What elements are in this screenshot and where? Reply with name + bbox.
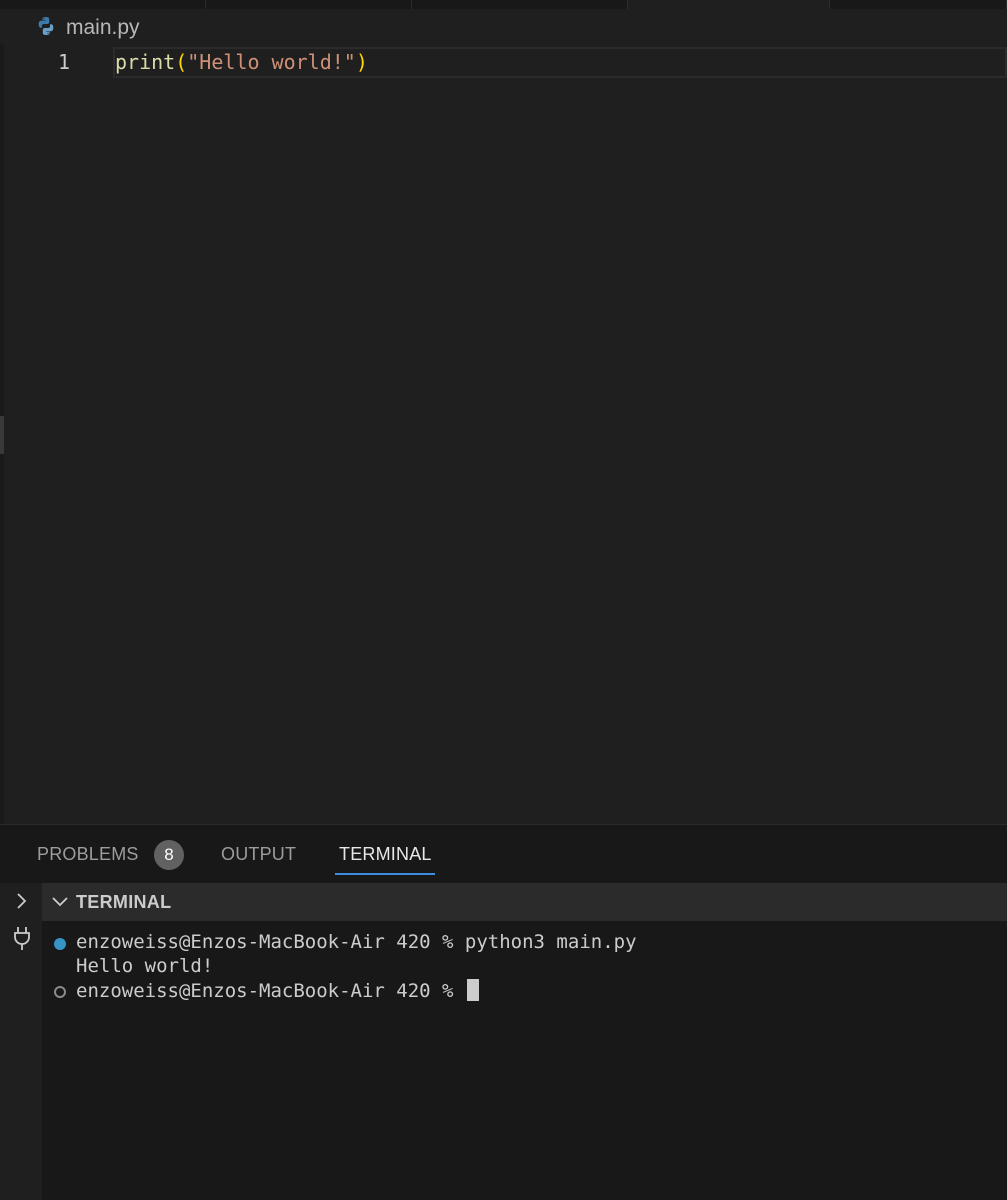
problems-count-badge: 8 [154, 840, 184, 870]
token-function: print [115, 50, 176, 74]
tab-output[interactable]: OUTPUT [221, 844, 296, 865]
python-icon [36, 16, 56, 41]
code-editor[interactable]: 1 print("Hello world!") [0, 44, 1007, 824]
editor-tab-active[interactable] [628, 0, 830, 9]
token-string: "Hello world!" [187, 50, 356, 74]
terminal-prompt-line[interactable]: enzoweiss@Enzos-MacBook-Air 420 % [76, 979, 479, 1002]
terminal-side-strip [0, 883, 42, 1200]
command-success-dot-icon[interactable] [54, 938, 66, 950]
chevron-down-icon[interactable] [50, 895, 70, 909]
command-pending-dot-icon[interactable] [54, 986, 66, 998]
terminal-line: enzoweiss@Enzos-MacBook-Air 420 % python… [76, 931, 637, 953]
chevron-right-icon[interactable] [14, 891, 30, 911]
terminal-prompt: enzoweiss@Enzos-MacBook-Air 420 % [76, 980, 465, 1002]
sash-handle[interactable] [0, 416, 4, 454]
line-number: 1 [58, 50, 71, 74]
bottom-panel: PROBLEMS 8 OUTPUT TERMINAL TERMINAL enzo… [0, 824, 1007, 1200]
tab-terminal[interactable]: TERMINAL [339, 844, 432, 865]
token-bracket-close: ) [355, 50, 368, 74]
code-line[interactable]: print("Hello world!") [115, 50, 368, 74]
breadcrumb[interactable]: main.py [36, 14, 140, 42]
breadcrumb-file-name[interactable]: main.py [66, 16, 140, 40]
editor-tab[interactable] [206, 0, 412, 9]
plug-icon[interactable] [12, 925, 32, 951]
editor-tab[interactable] [830, 0, 1007, 9]
terminal-line: Hello world! [76, 955, 214, 977]
token-bracket-open: ( [175, 50, 188, 74]
tab-problems[interactable]: PROBLEMS [37, 844, 139, 865]
editor-tab-strip [0, 0, 1007, 9]
terminal-section-title: TERMINAL [76, 892, 172, 912]
terminal-section-header[interactable]: TERMINAL [42, 883, 1007, 921]
terminal-cursor [466, 979, 479, 1001]
panel-tab-bar: PROBLEMS 8 OUTPUT TERMINAL [0, 825, 1007, 883]
terminal-output[interactable]: enzoweiss@Enzos-MacBook-Air 420 % python… [42, 921, 1007, 1200]
active-tab-indicator [335, 873, 435, 875]
editor-tab[interactable] [412, 0, 628, 9]
editor-tab[interactable] [0, 0, 206, 9]
